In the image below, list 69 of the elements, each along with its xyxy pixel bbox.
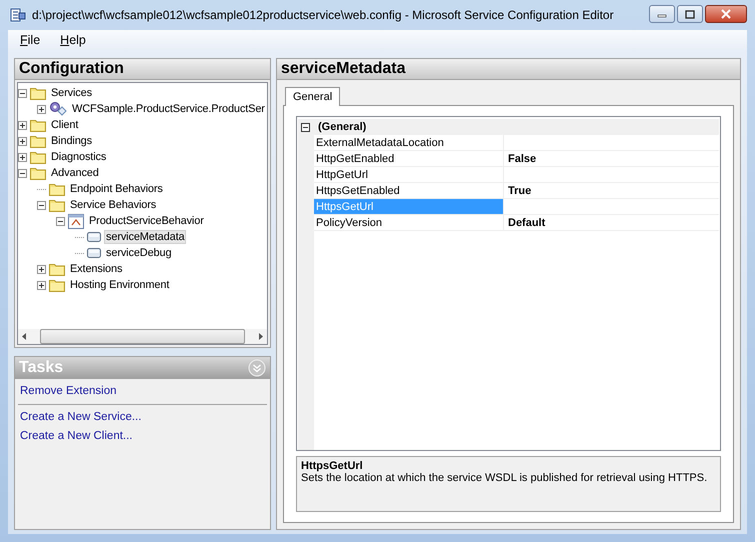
tree-item[interactable]: Services bbox=[50, 87, 93, 99]
folder-icon bbox=[30, 134, 46, 148]
panel-title: serviceMetadata bbox=[277, 59, 740, 80]
collapse-icon[interactable] bbox=[18, 168, 27, 178]
tree-item[interactable]: Advanced bbox=[50, 167, 100, 179]
tab[interactable]: General bbox=[285, 87, 340, 106]
app-icon bbox=[10, 7, 26, 23]
property-name[interactable]: HttpGetEnabled bbox=[314, 151, 504, 167]
expand-icon[interactable] bbox=[18, 120, 27, 130]
tree-item[interactable]: Extensions bbox=[69, 263, 124, 275]
folder-icon bbox=[30, 118, 46, 132]
scroll-right-icon[interactable] bbox=[259, 333, 263, 340]
category-label: (General) bbox=[314, 119, 719, 135]
collapse-icon[interactable] bbox=[301, 122, 310, 132]
tree-item[interactable]: Endpoint Behaviors bbox=[69, 183, 164, 195]
description-text: Sets the location at which the service WSDL is published for retrieval using HTTPS. bbox=[301, 472, 708, 484]
horizontal-scrollbar[interactable] bbox=[17, 329, 268, 345]
menu-item[interactable]: File bbox=[12, 32, 48, 48]
property-name[interactable]: ExternalMetadataLocation bbox=[314, 135, 504, 151]
minimize-button[interactable] bbox=[649, 5, 675, 23]
property-value[interactable]: False bbox=[508, 152, 536, 164]
tree-item[interactable]: ProductServiceBehavior bbox=[88, 215, 205, 227]
close-button[interactable] bbox=[705, 5, 747, 23]
folder-icon bbox=[49, 278, 65, 292]
expand-icon[interactable] bbox=[18, 136, 27, 146]
tree-item[interactable]: Diagnostics bbox=[50, 151, 108, 163]
tree-line bbox=[75, 252, 84, 254]
collapse-icon[interactable] bbox=[37, 200, 46, 210]
task-link[interactable]: Create a New Client... bbox=[20, 430, 265, 442]
folder-icon bbox=[30, 150, 46, 164]
component-icon bbox=[87, 232, 101, 242]
menu-item[interactable]: Help bbox=[52, 32, 94, 48]
window-icon bbox=[68, 214, 84, 228]
folder-icon bbox=[49, 182, 65, 196]
tree-item[interactable]: Hosting Environment bbox=[69, 279, 170, 291]
scroll-left-icon[interactable] bbox=[22, 333, 26, 340]
tree-item[interactable]: WCFSample.ProductService.ProductSer bbox=[71, 103, 266, 115]
component-icon bbox=[87, 248, 101, 258]
expand-icon[interactable] bbox=[37, 104, 46, 114]
folder-icon bbox=[49, 262, 65, 276]
task-link[interactable]: Create a New Service... bbox=[20, 411, 265, 423]
property-name[interactable]: PolicyVersion bbox=[314, 215, 504, 231]
tree-item[interactable]: Service Behaviors bbox=[69, 199, 158, 211]
folder-icon bbox=[30, 166, 46, 180]
tree-line bbox=[75, 236, 84, 238]
expand-icon[interactable] bbox=[37, 264, 46, 274]
tree-line bbox=[37, 188, 46, 190]
folder-icon bbox=[49, 198, 65, 212]
window-title: d:\project\wcf\wcfsample012\wcfsample012productservice\web.config - Microsoft Service Configuration Editor bbox=[32, 8, 614, 22]
property-value[interactable]: True bbox=[508, 184, 532, 196]
expand-icon[interactable] bbox=[18, 152, 27, 162]
property-value[interactable]: Default bbox=[508, 216, 546, 228]
expand-icon[interactable] bbox=[37, 280, 46, 290]
maximize-button[interactable] bbox=[677, 5, 703, 23]
folder-icon bbox=[30, 86, 46, 100]
tree-item[interactable]: Client bbox=[50, 119, 80, 131]
maximize-icon bbox=[685, 10, 695, 18]
panel-title: Configuration bbox=[15, 59, 270, 80]
tree-item[interactable]: Bindings bbox=[50, 135, 93, 147]
collapse-icon[interactable] bbox=[56, 216, 65, 226]
gear-icon bbox=[49, 101, 67, 117]
close-icon bbox=[720, 9, 732, 19]
property-name[interactable]: HttpGetUrl bbox=[314, 167, 504, 183]
description-title: HttpsGetUrl bbox=[301, 460, 364, 472]
task-link[interactable]: Remove Extension bbox=[20, 385, 265, 397]
tree-item[interactable]: serviceMetadata bbox=[105, 231, 186, 243]
collapse-icon[interactable] bbox=[18, 88, 27, 98]
panel-title: Tasks bbox=[19, 359, 64, 377]
tree-item[interactable]: serviceDebug bbox=[105, 247, 172, 259]
